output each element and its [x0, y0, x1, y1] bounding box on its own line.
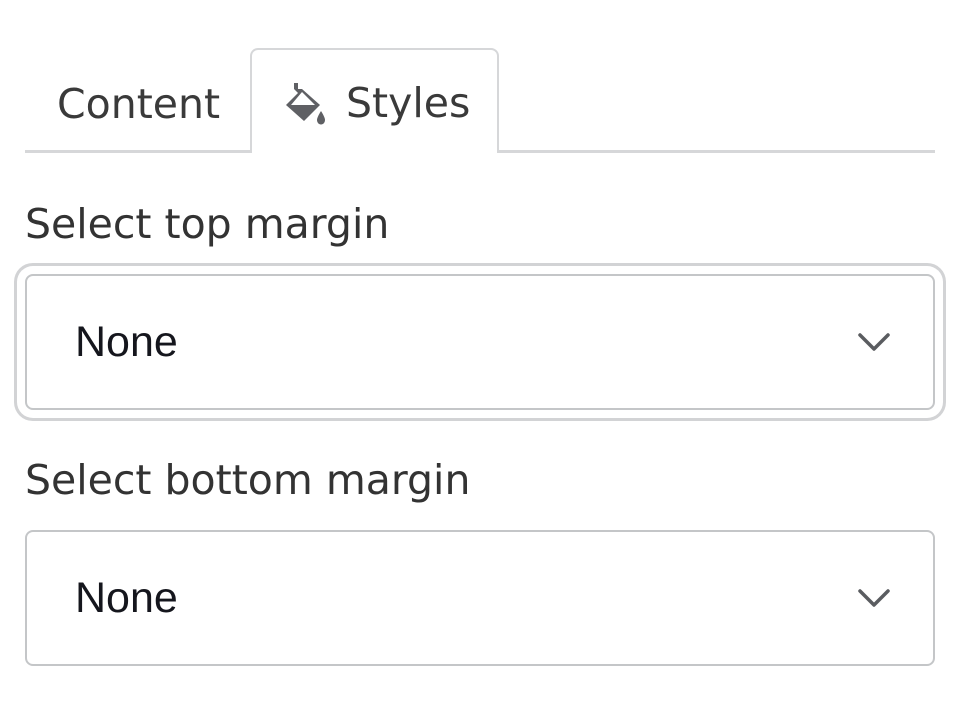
bottom-margin-select[interactable]: None — [25, 530, 935, 666]
top-margin-label: Select top margin — [25, 200, 390, 248]
bottom-margin-value: None — [75, 573, 178, 622]
tab-styles-label: Styles — [346, 78, 471, 127]
bottom-margin-label: Select bottom margin — [25, 456, 471, 504]
tab-styles[interactable]: Styles — [250, 48, 499, 153]
chevron-down-icon — [858, 333, 890, 351]
paint-bucket-icon — [280, 79, 328, 127]
chevron-down-icon — [858, 589, 890, 607]
top-margin-value: None — [75, 317, 178, 366]
tab-bar: Content Styles — [25, 0, 935, 153]
tab-content[interactable]: Content — [57, 48, 220, 150]
styles-panel: Content Styles Select top margin None Se… — [25, 0, 935, 720]
tab-content-label: Content — [57, 79, 221, 128]
top-margin-select[interactable]: None — [25, 274, 935, 410]
